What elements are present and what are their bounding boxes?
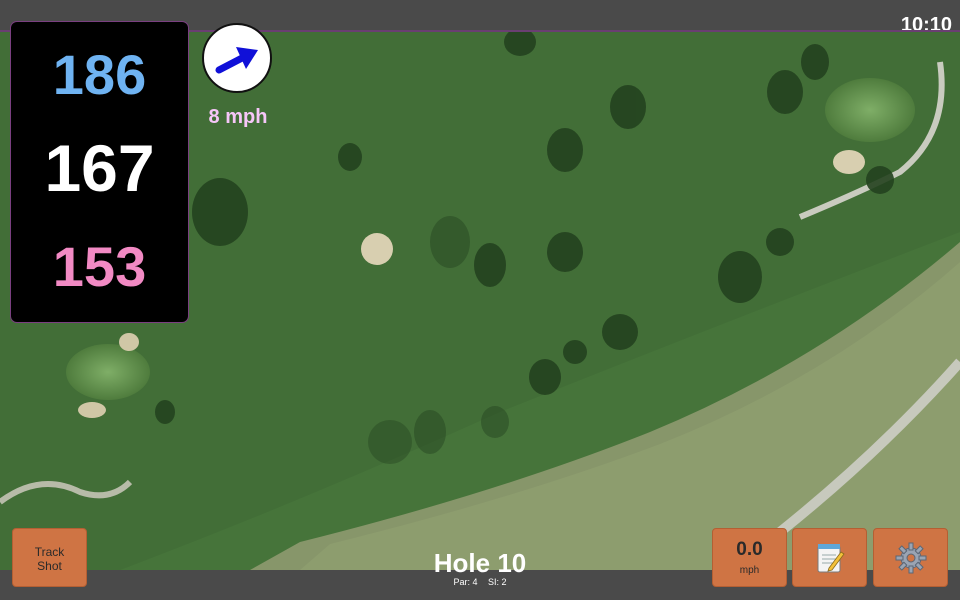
hole-info: Par: 4 SI: 2	[380, 577, 580, 587]
settings-button[interactable]	[873, 528, 948, 587]
speed-unit: mph	[739, 565, 760, 576]
wind-direction-arrow-icon	[215, 47, 258, 74]
notepad-icon	[817, 543, 845, 572]
wind-indicator	[202, 23, 272, 93]
speed-value: 0.0	[736, 539, 763, 560]
speed-button[interactable]: 0.0 mph	[712, 528, 787, 587]
hole-title: Hole 10	[433, 548, 527, 578]
distance-panel: 186 167 153	[11, 22, 188, 322]
center-distance: 167	[44, 131, 155, 205]
back-distance: 186	[52, 43, 147, 106]
gear-icon	[895, 542, 926, 573]
track-shot-button[interactable]: Track Shot	[12, 528, 87, 587]
notes-button[interactable]	[792, 528, 867, 587]
wind-speed: 8 mph	[208, 106, 268, 128]
track-shot-label-line1: Track	[34, 545, 65, 559]
hole-par: Par: 4	[453, 577, 478, 587]
hole-stroke-index: SI: 2	[488, 577, 507, 587]
front-distance: 153	[52, 235, 147, 298]
track-shot-label-line2: Shot	[37, 559, 62, 573]
